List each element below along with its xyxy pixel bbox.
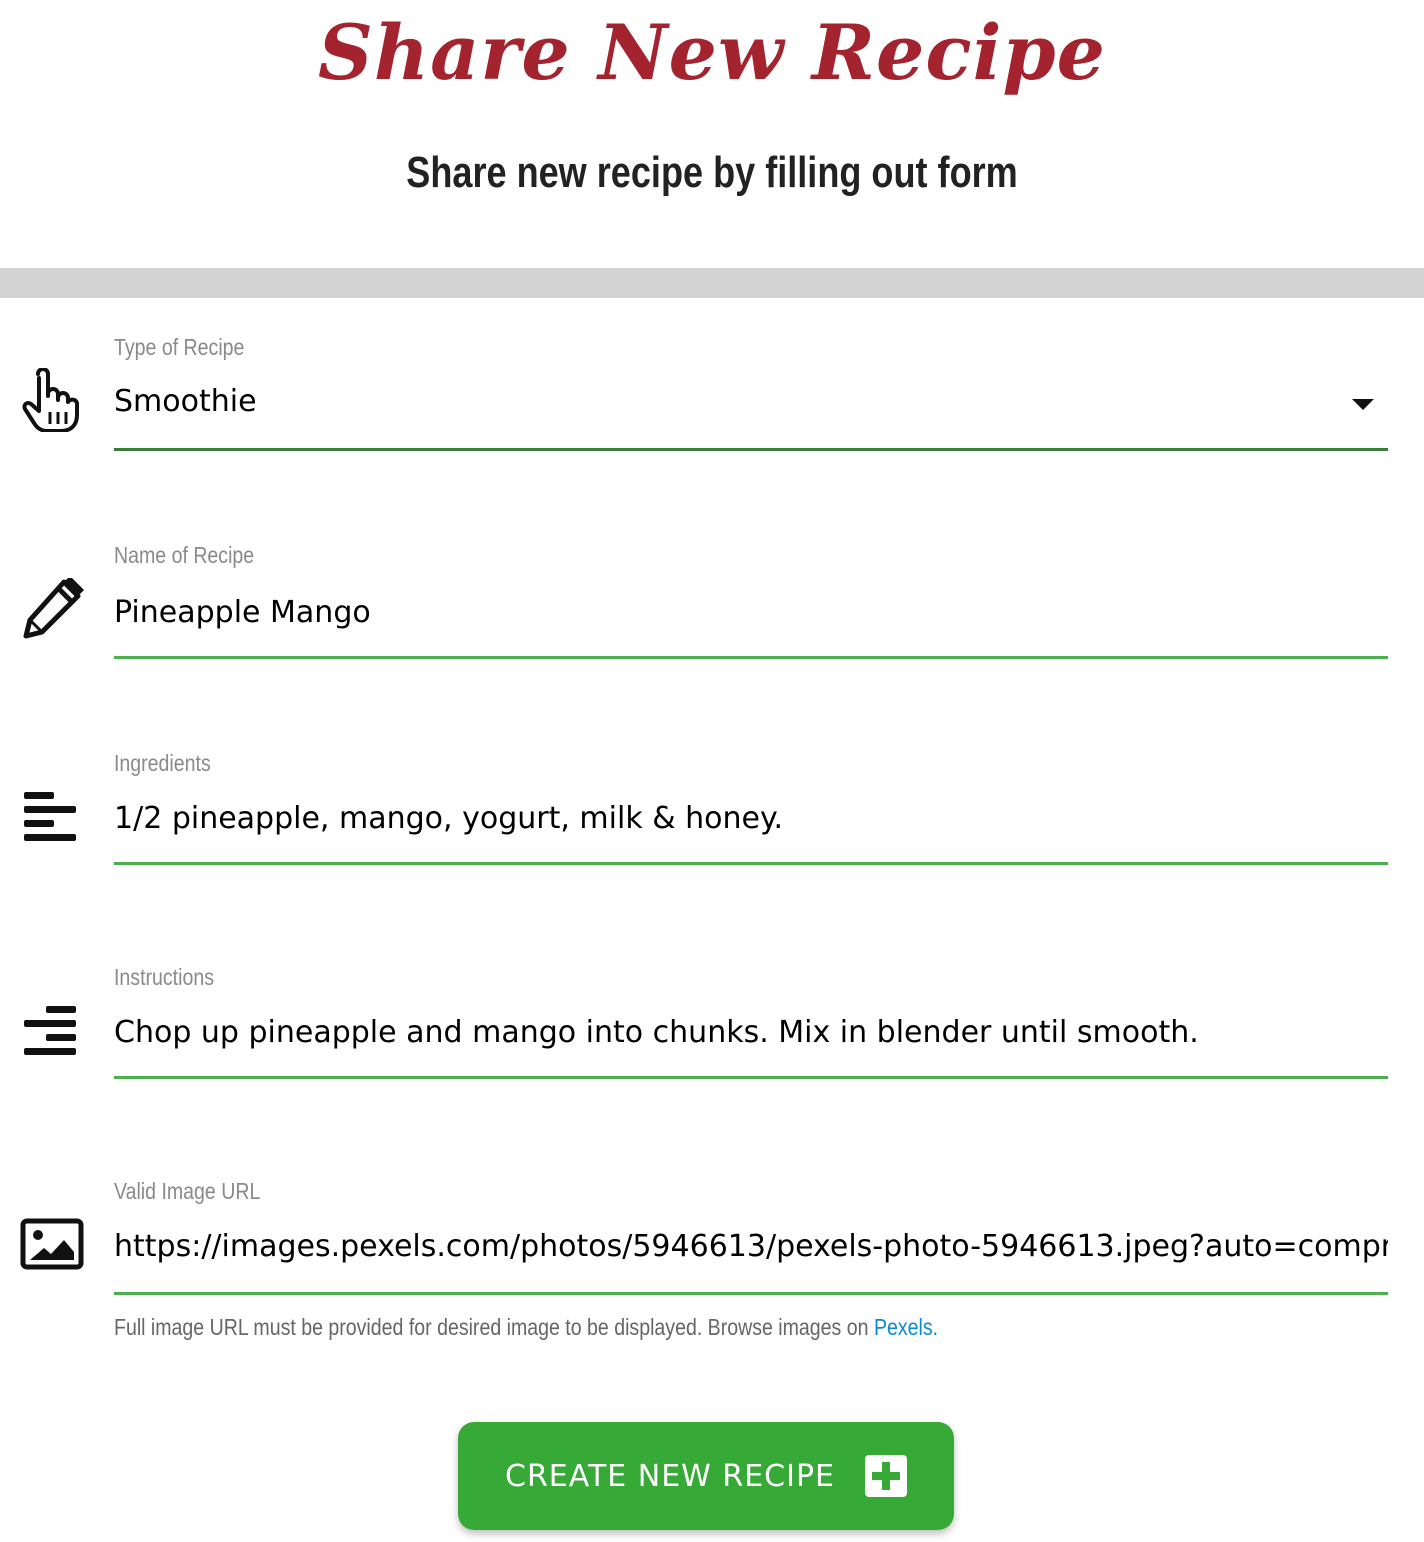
recipe-type-label: Type of Recipe (114, 334, 245, 360)
image-url-input[interactable] (114, 1226, 1388, 1266)
create-recipe-button[interactable]: CREATE NEW RECIPE (458, 1422, 954, 1530)
recipe-name-underline (114, 656, 1388, 659)
ingredients-label: Ingredients (114, 750, 211, 776)
instructions-label: Instructions (114, 964, 214, 990)
image-url-helper-text: Full image URL must be provided for desi… (114, 1314, 938, 1341)
ingredients-input[interactable] (114, 798, 1388, 838)
recipe-type-underline (114, 448, 1388, 451)
page-subtitle: Share new recipe by filling out form (406, 148, 1018, 197)
plus-square-icon (865, 1455, 907, 1497)
align-right-icon (20, 1002, 84, 1066)
align-left-icon (20, 788, 84, 852)
recipe-name-label: Name of Recipe (114, 542, 255, 568)
divider-bar (0, 268, 1424, 298)
image-url-label: Valid Image URL (114, 1178, 261, 1204)
image-icon (20, 1218, 84, 1282)
recipe-type-select[interactable]: Smoothie (114, 384, 1388, 424)
ingredients-underline (114, 862, 1388, 865)
recipe-type-field: Type of Recipe Smoothie (0, 298, 1424, 478)
chevron-down-icon[interactable] (1352, 399, 1374, 410)
pexels-link[interactable]: Pexels (874, 1314, 933, 1340)
instructions-input[interactable] (114, 1012, 1388, 1052)
image-url-field: Valid Image URL (0, 1142, 1424, 1312)
pencil-icon (20, 576, 84, 642)
image-url-underline (114, 1292, 1388, 1295)
page-header: Share New Recipe Share new recipe by fil… (0, 0, 1424, 268)
instructions-field: Instructions (0, 928, 1424, 1098)
ingredients-field: Ingredients (0, 714, 1424, 884)
recipe-name-input[interactable] (114, 592, 1388, 632)
helper-text: Full image URL must be provided for desi… (114, 1314, 874, 1340)
instructions-underline (114, 1076, 1388, 1079)
helper-suffix: . (932, 1314, 939, 1340)
create-recipe-button-label: CREATE NEW RECIPE (505, 1458, 835, 1494)
recipe-name-field: Name of Recipe (0, 506, 1424, 676)
hand-pointer-icon (20, 367, 84, 433)
page-title: Share New Recipe (317, 8, 1107, 97)
